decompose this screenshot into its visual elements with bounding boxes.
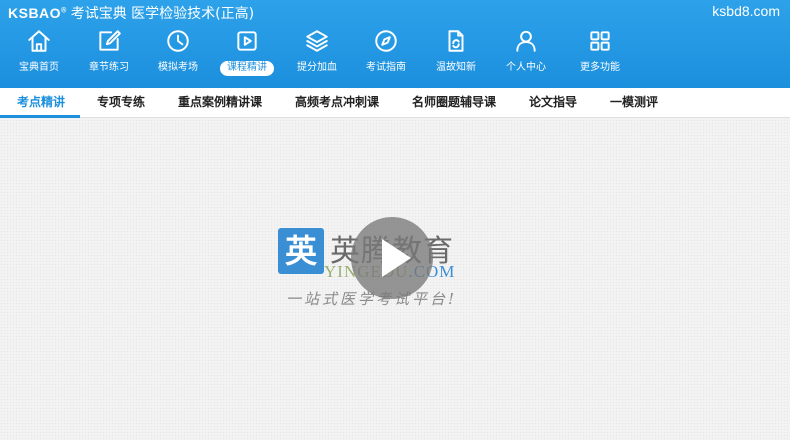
tab-thesis-guide[interactable]: 论文指导 [529, 88, 577, 118]
refresh-document-icon [443, 28, 469, 54]
nav-item-mock-exam[interactable]: 模拟考场 [142, 26, 214, 86]
tab-key-points[interactable]: 考点精讲 [17, 88, 65, 118]
nav-label: 课程精讲 [220, 61, 274, 76]
nav-label: 更多功能 [580, 62, 620, 73]
app-title: 考试宝典 医学检验技术(正高) [70, 6, 255, 22]
edit-icon [96, 28, 122, 54]
main-nav: 宝典首页 章节练习 模拟考场 课程精讲 提分加血 考试指南 温故知新 个人中心 … [0, 26, 790, 86]
nav-item-chapter-practice[interactable]: 章节练习 [73, 26, 145, 86]
nav-label: 宝典首页 [19, 62, 59, 73]
nav-item-home[interactable]: 宝典首页 [3, 26, 75, 86]
tab-case-lectures[interactable]: 重点案例精讲课 [178, 88, 262, 118]
nav-label: 模拟考场 [158, 62, 198, 73]
site-url[interactable]: ksbd8.com [712, 3, 780, 19]
compass-icon [373, 28, 399, 54]
course-tabs: 考点精讲 专项专练 重点案例精讲课 高频考点冲刺课 名师圈题辅导课 论文指导 一… [0, 88, 790, 118]
layers-icon [304, 28, 330, 54]
tab-sprint-course[interactable]: 高频考点冲刺课 [295, 88, 379, 118]
nav-label: 考试指南 [366, 62, 406, 73]
nav-item-exam-guide[interactable]: 考试指南 [350, 26, 422, 86]
nav-label: 温故知新 [436, 62, 476, 73]
nav-item-profile[interactable]: 个人中心 [490, 26, 562, 86]
app-header: KSBAO® 考试宝典 医学检验技术(正高) ksbd8.com 宝典首页 章节… [0, 0, 790, 88]
tab-mock-assessment[interactable]: 一模测评 [610, 88, 658, 118]
nav-label: 章节练习 [89, 62, 129, 73]
nav-item-more[interactable]: 更多功能 [564, 26, 636, 86]
nav-item-courses[interactable]: 课程精讲 [211, 26, 283, 86]
clock-icon [165, 28, 191, 54]
nav-item-review[interactable]: 温故知新 [420, 26, 492, 86]
home-icon [26, 28, 52, 54]
play-icon [382, 239, 411, 277]
nav-item-score-boost[interactable]: 提分加血 [281, 26, 353, 86]
yingedu-logo-icon: 英 [278, 228, 324, 274]
ksbao-logo: KSBAO® [8, 5, 67, 21]
tab-tutor-course[interactable]: 名师圈题辅导课 [412, 88, 496, 118]
grid-icon [587, 28, 613, 54]
brand: KSBAO® 考试宝典 医学检验技术(正高) [8, 3, 254, 23]
play-button[interactable] [351, 217, 433, 299]
nav-label: 提分加血 [297, 62, 337, 73]
active-tab-indicator [0, 115, 80, 118]
video-play-icon [234, 28, 260, 54]
nav-label: 个人中心 [506, 62, 546, 73]
user-icon [513, 28, 539, 54]
tab-special-practice[interactable]: 专项专练 [97, 88, 145, 118]
